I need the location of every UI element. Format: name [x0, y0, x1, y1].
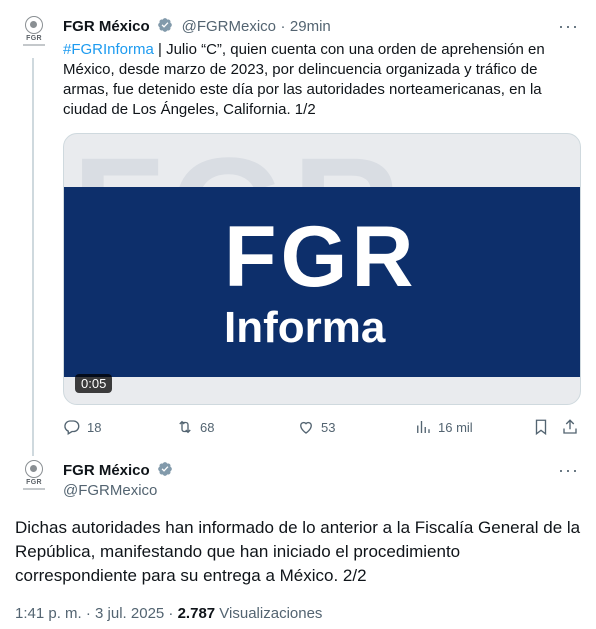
heart-icon: [300, 421, 312, 434]
repost-button[interactable]: 68: [176, 418, 214, 436]
video-player[interactable]: FGR FGR Informa 0:05: [63, 133, 581, 405]
avatar[interactable]: FGR: [14, 458, 54, 498]
views-count: 16 mil: [438, 419, 473, 435]
share-button[interactable]: [561, 418, 585, 436]
hashtag-link[interactable]: #FGRInforma: [63, 41, 154, 58]
bookmark-button[interactable]: [532, 418, 556, 436]
like-count: 53: [321, 419, 336, 435]
reply-icon: [64, 420, 80, 435]
like-button[interactable]: 53: [297, 418, 335, 436]
seal-icon: [25, 16, 43, 34]
verified-badge-icon: [158, 18, 172, 32]
repost-count: 68: [200, 419, 215, 435]
verified-badge-icon: [158, 462, 172, 476]
tweet1-text: #FGRInforma | Julio “C”, quien cuenta co…: [63, 40, 573, 120]
repost-icon: [179, 420, 191, 434]
media-subline: Informa: [224, 303, 386, 352]
handle[interactable]: @FGRMexico: [63, 482, 157, 499]
tweet2-header: FGR México: [63, 461, 173, 480]
timestamp[interactable]: 29min: [290, 18, 331, 35]
handle[interactable]: @FGRMexico: [182, 18, 276, 35]
tweet1-header: FGR México @FGRMexico · 29min: [63, 17, 331, 36]
thread-line: [32, 58, 34, 456]
more-options-icon[interactable]: ···: [558, 16, 579, 37]
tweet2-body: Dichas autoridades han informado de lo a…: [15, 518, 581, 585]
avatar[interactable]: FGR: [14, 14, 54, 54]
display-name[interactable]: FGR México: [63, 18, 150, 35]
bookmark-icon: [535, 419, 547, 436]
display-name[interactable]: FGR México: [63, 462, 150, 479]
analytics-icon: [417, 421, 430, 433]
dot-separator: ·: [280, 18, 286, 35]
media-headline: FGR: [224, 209, 418, 305]
reply-button[interactable]: 18: [63, 418, 101, 436]
more-options-icon[interactable]: ···: [558, 460, 579, 481]
reply-count: 18: [87, 419, 102, 435]
avatar-abbr: FGR: [26, 35, 42, 42]
video-duration: 0:05: [75, 374, 113, 393]
views-button[interactable]: 16 mil: [414, 418, 473, 436]
post-timestamp[interactable]: 1:41 p. m. · 3 jul. 2025 ·: [15, 605, 178, 622]
share-icon: [563, 419, 577, 434]
views-label: Visualizaciones: [215, 605, 323, 622]
view-count: 2.787: [177, 605, 216, 622]
seal-icon: [25, 460, 43, 478]
tweet-meta: 1:41 p. m. · 3 jul. 2025 · 2.787 Visuali…: [15, 605, 322, 622]
avatar-abbr: FGR: [26, 479, 42, 486]
